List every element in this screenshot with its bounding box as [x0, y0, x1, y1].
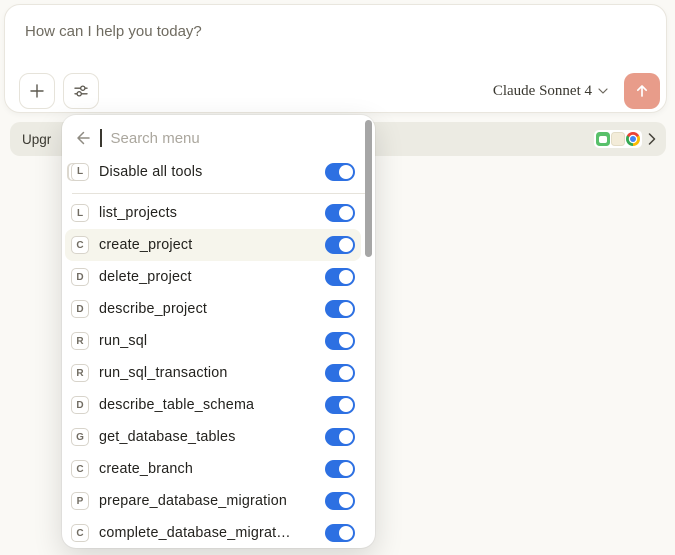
arrow-up-icon — [634, 83, 650, 99]
tool-toggle[interactable] — [325, 460, 355, 478]
search-input[interactable] — [110, 130, 364, 147]
tool-row[interactable]: D describe_project — [65, 293, 361, 325]
tools-dropdown-menu: L Disable all tools L list_projects C cr… — [62, 115, 375, 548]
menu-divider — [72, 193, 365, 194]
model-selector[interactable]: Claude Sonnet 4 — [483, 83, 618, 100]
tool-letter-badge: C — [71, 524, 89, 542]
tool-toggle[interactable] — [325, 332, 355, 350]
disable-all-tools-row[interactable]: L Disable all tools — [62, 155, 375, 188]
chrome-icon — [626, 132, 640, 146]
disable-all-toggle[interactable] — [325, 163, 355, 181]
tool-row[interactable]: D delete_project — [65, 261, 361, 293]
tool-label: prepare_database_migration — [99, 493, 315, 509]
tool-label: describe_project — [99, 301, 315, 317]
tool-letter-badge: G — [71, 428, 89, 446]
tools-menu-button[interactable] — [63, 73, 99, 109]
tool-label: run_sql — [99, 333, 315, 349]
tool-toggle[interactable] — [325, 428, 355, 446]
tool-letter-badge: L — [71, 204, 89, 222]
tool-toggle[interactable] — [325, 300, 355, 318]
green-app-icon — [596, 132, 610, 146]
tool-label: get_database_tables — [99, 429, 315, 445]
tool-toggle[interactable] — [325, 268, 355, 286]
tool-letter-badge: D — [71, 300, 89, 318]
tool-label: complete_database_migrat… — [99, 525, 315, 541]
attach-button[interactable] — [19, 73, 55, 109]
tool-toggle[interactable] — [325, 524, 355, 542]
tool-label: describe_table_schema — [99, 397, 315, 413]
tool-row[interactable]: P prepare_database_migration — [65, 485, 361, 517]
tool-row[interactable]: R run_sql — [65, 325, 361, 357]
tool-label: list_projects — [99, 205, 315, 221]
tool-row[interactable]: D describe_table_schema — [65, 389, 361, 421]
menu-search-row — [62, 121, 375, 155]
composer-toolbar: Claude Sonnet 4 — [19, 73, 660, 109]
disable-all-label: Disable all tools — [99, 164, 315, 180]
tool-row[interactable]: C complete_database_migrat… — [65, 517, 361, 548]
sliders-icon — [73, 83, 89, 99]
tool-letter-badge: R — [71, 332, 89, 350]
composer-placeholder: How can I help you today? — [25, 23, 202, 40]
model-selector-label: Claude Sonnet 4 — [493, 83, 592, 100]
disable-all-letter-badge: L — [71, 163, 89, 181]
chat-composer[interactable]: How can I help you today? Claude Sonnet … — [4, 4, 667, 113]
chevron-down-icon — [598, 88, 608, 94]
scrollbar-thumb[interactable] — [365, 120, 372, 257]
upgrade-banner-label: Upgr — [22, 132, 51, 147]
tool-letter-badge: D — [71, 396, 89, 414]
tool-toggle[interactable] — [325, 236, 355, 254]
tool-toggle[interactable] — [325, 492, 355, 510]
plus-icon — [29, 83, 45, 99]
tool-letter-badge: D — [71, 268, 89, 286]
tool-label: create_project — [99, 237, 315, 253]
chevron-right-icon[interactable] — [648, 133, 656, 145]
tool-row[interactable]: L list_projects — [65, 197, 361, 229]
app-icons-group — [594, 130, 642, 148]
tool-letter-badge: P — [71, 492, 89, 510]
tool-letter-badge: R — [71, 364, 89, 382]
tool-letter-badge: C — [71, 460, 89, 478]
tool-toggle[interactable] — [325, 396, 355, 414]
tool-list: L list_projects C create_project D delet… — [62, 197, 375, 548]
text-caret — [100, 129, 102, 147]
tool-label: run_sql_transaction — [99, 365, 315, 381]
tool-toggle[interactable] — [325, 204, 355, 222]
tool-toggle[interactable] — [325, 364, 355, 382]
arrow-left-icon[interactable] — [74, 129, 92, 147]
beige-app-icon — [611, 132, 625, 146]
tool-label: create_branch — [99, 461, 315, 477]
tool-row[interactable]: G get_database_tables — [65, 421, 361, 453]
tool-label: delete_project — [99, 269, 315, 285]
banner-right — [594, 130, 656, 148]
tool-row[interactable]: C create_project — [65, 229, 361, 261]
tool-row[interactable]: C create_branch — [65, 453, 361, 485]
send-button[interactable] — [624, 73, 660, 109]
tool-row[interactable]: R run_sql_transaction — [65, 357, 361, 389]
tool-letter-badge: C — [71, 236, 89, 254]
